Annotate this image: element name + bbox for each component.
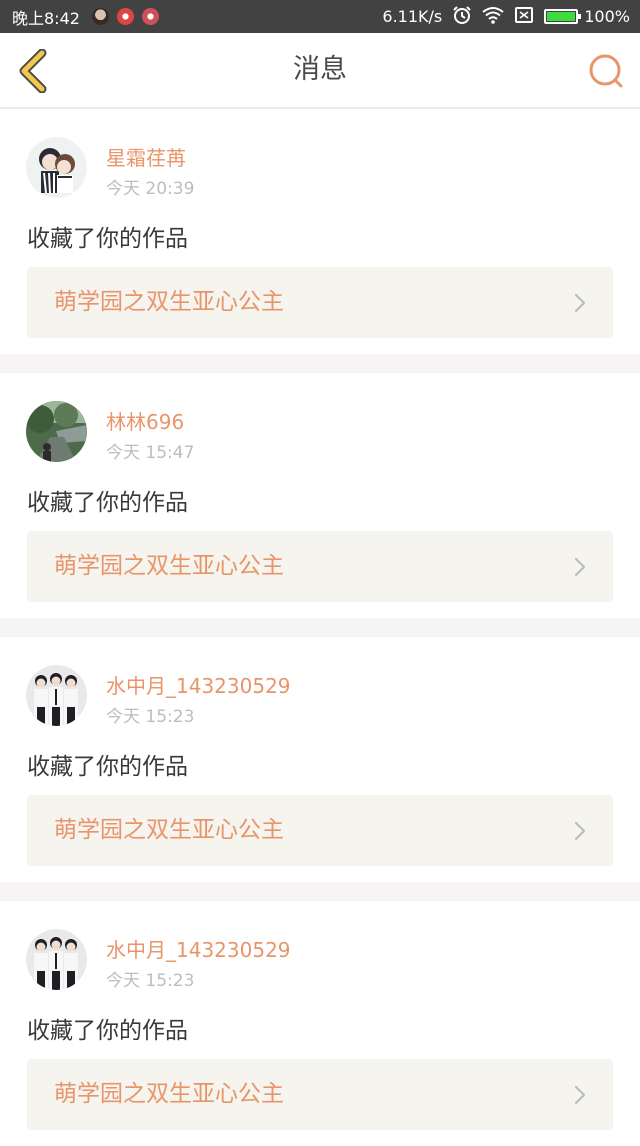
message-card: 林林696 今天 15:47 收藏了你的作品 萌学园之双生亚心公主 [0,373,640,618]
network-speed: 6.11K/s [382,7,443,26]
work-title: 萌学园之双生亚心公主 [54,553,284,579]
message-time: 今天 15:23 [106,971,195,991]
user-avatar[interactable] [26,929,87,990]
message-card: 水中月_143230529 今天 15:23 收藏了你的作品 萌学园之双生亚心公… [0,901,640,1146]
status-right: 6.11K/s 100% [382,0,630,33]
group-photo-avatar [26,929,87,990]
chevron-right-icon [574,293,586,313]
divider [0,882,640,901]
divider [0,354,640,373]
alarm-icon [452,5,472,29]
work-title: 萌学园之双生亚心公主 [54,1081,284,1107]
message-list: 星霜荏苒 今天 20:39 收藏了你的作品 萌学园之双生亚心公主 林林696 今… [0,109,640,1146]
work-title: 萌学园之双生亚心公主 [54,289,284,315]
message-card: 星霜荏苒 今天 20:39 收藏了你的作品 萌学园之双生亚心公主 [0,109,640,354]
message-time: 今天 15:23 [106,707,195,727]
status-bar: 晚上8:42 6.11K/s 100% [0,0,640,33]
search-button[interactable] [586,51,626,91]
status-left: 晚上8:42 [12,0,167,33]
action-text: 收藏了你的作品 [27,1018,188,1044]
battery-percent: 100% [584,7,630,26]
user-name[interactable]: 水中月_143230529 [106,934,291,963]
status-time: 晚上8:42 [12,8,80,28]
group-photo-avatar [26,665,87,726]
user-avatar[interactable] [26,401,87,462]
nav-bar: 消息 [0,33,640,109]
app-notification-icon [116,8,134,25]
anime-couple-avatar [26,137,87,198]
chevron-right-icon [574,1085,586,1105]
message-time: 今天 20:39 [106,179,195,199]
work-link[interactable]: 萌学园之双生亚心公主 [27,1059,613,1130]
user-name[interactable]: 林林696 [106,406,184,435]
message-time: 今天 15:47 [106,443,195,463]
forest-path-avatar [26,401,87,462]
action-text: 收藏了你的作品 [27,490,188,516]
work-title: 萌学园之双生亚心公主 [54,817,284,843]
search-icon [589,54,623,88]
cast-icon [514,6,534,28]
battery-level [547,12,576,21]
avatar-notification-icon [91,8,109,25]
user-avatar[interactable] [26,665,87,726]
work-link[interactable]: 萌学园之双生亚心公主 [27,531,613,602]
action-text: 收藏了你的作品 [27,754,188,780]
wifi-icon [482,6,504,28]
message-card: 水中月_143230529 今天 15:23 收藏了你的作品 萌学园之双生亚心公… [0,637,640,882]
battery-icon [544,9,582,24]
work-link[interactable]: 萌学园之双生亚心公主 [27,795,613,866]
page-title: 消息 [293,54,347,85]
divider [0,618,640,637]
work-link[interactable]: 萌学园之双生亚心公主 [27,267,613,338]
user-name[interactable]: 星霜荏苒 [106,142,186,171]
chevron-right-icon [574,557,586,577]
user-name[interactable]: 水中月_143230529 [106,670,291,699]
chevron-right-icon [574,821,586,841]
user-avatar[interactable] [26,137,87,198]
app-notification-icon [141,8,159,25]
action-text: 收藏了你的作品 [27,226,188,252]
